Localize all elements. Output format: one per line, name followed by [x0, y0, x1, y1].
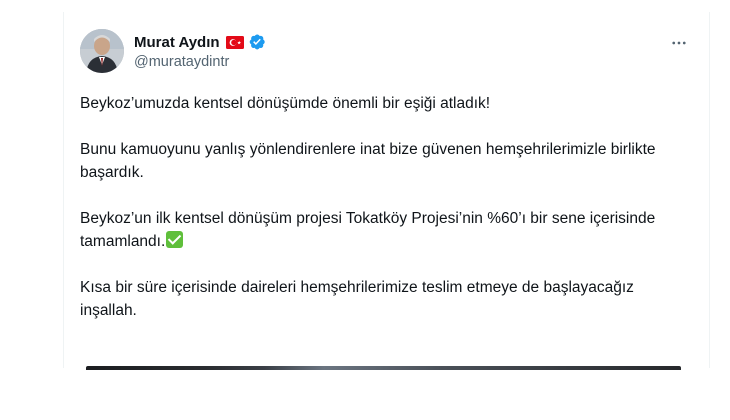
- more-horizontal-icon: [670, 34, 688, 57]
- avatar[interactable]: [80, 29, 124, 73]
- page: Murat Aydın @murataydintr Beykoz’umuzda …: [0, 0, 730, 420]
- tweet-paragraph: Beykoz’un ilk kentsel dönüşüm projesi To…: [80, 207, 680, 253]
- name-line: Murat Aydın: [134, 33, 266, 51]
- display-name[interactable]: Murat Aydın: [134, 34, 220, 51]
- tweet-paragraph: Beykoz’umuzda kentsel dönüşümde önemli b…: [80, 95, 491, 112]
- check-mark-button-icon: [166, 231, 184, 248]
- handle[interactable]: @murataydintr: [134, 54, 229, 70]
- tweet-text: Beykoz’umuzda kentsel dönüşümde önemli b…: [80, 92, 680, 345]
- tweet-paragraph: Kısa bir süre içerisinde daireleri hemşe…: [80, 279, 634, 319]
- tweet-header: Murat Aydın @murataydintr: [80, 29, 693, 77]
- verified-badge-icon[interactable]: [248, 33, 266, 51]
- tweet-card[interactable]: Murat Aydın @murataydintr Beykoz’umuzda …: [63, 12, 710, 368]
- more-button[interactable]: [665, 31, 693, 59]
- turkey-flag-icon: [225, 35, 244, 49]
- media-preview[interactable]: [86, 366, 681, 370]
- tweet-paragraph: Bunu kamuoyunu yanlış yönlendirenlere in…: [80, 141, 656, 181]
